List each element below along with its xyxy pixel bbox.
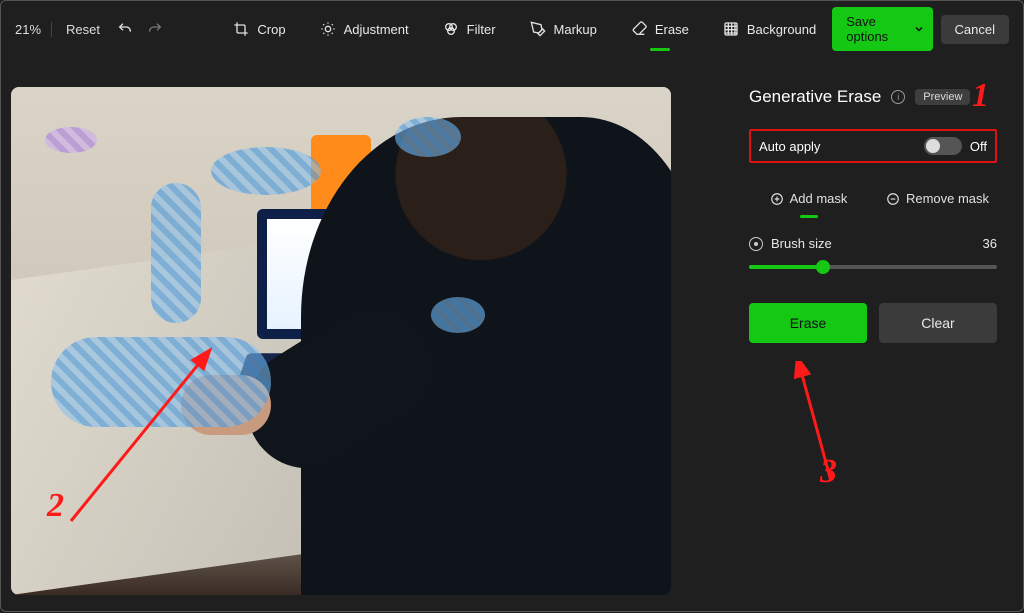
preview-badge: Preview bbox=[915, 89, 970, 105]
filter-icon bbox=[443, 21, 459, 37]
tool-erase[interactable]: Erase bbox=[631, 21, 689, 37]
mask-stroke bbox=[151, 183, 201, 323]
remove-mask-label: Remove mask bbox=[906, 191, 989, 206]
minus-circle-icon bbox=[886, 192, 900, 206]
cancel-button[interactable]: Cancel bbox=[941, 15, 1009, 44]
tool-filter[interactable]: Filter bbox=[443, 21, 496, 37]
crop-icon bbox=[233, 21, 249, 37]
redo-icon bbox=[147, 21, 163, 37]
mask-stroke bbox=[211, 147, 321, 195]
brush-size-label: Brush size bbox=[771, 236, 832, 251]
plus-circle-icon bbox=[770, 192, 784, 206]
tool-crop-label: Crop bbox=[257, 22, 285, 37]
redo-button[interactable] bbox=[144, 15, 166, 43]
auto-apply-state: Off bbox=[970, 139, 987, 154]
background-icon bbox=[723, 21, 739, 37]
tool-tabs: Crop Adjustment Filter Markup Erase Back… bbox=[233, 21, 816, 37]
mask-stroke bbox=[45, 127, 97, 153]
auto-apply-label: Auto apply bbox=[759, 139, 820, 154]
brush-size-slider[interactable] bbox=[749, 265, 997, 269]
markup-icon bbox=[530, 21, 546, 37]
auto-apply-toggle[interactable] bbox=[924, 137, 962, 155]
tool-background[interactable]: Background bbox=[723, 21, 816, 37]
save-options-button[interactable]: Save options bbox=[832, 7, 932, 51]
tool-background-label: Background bbox=[747, 22, 816, 37]
tool-markup-label: Markup bbox=[554, 22, 597, 37]
add-mask-tab[interactable]: Add mask bbox=[749, 181, 868, 216]
erase-panel: Generative Erase i Preview Auto apply Of… bbox=[723, 57, 1023, 613]
add-mask-label: Add mask bbox=[790, 191, 848, 206]
tool-erase-label: Erase bbox=[655, 22, 689, 37]
erase-button[interactable]: Erase bbox=[749, 303, 867, 343]
clear-button[interactable]: Clear bbox=[879, 303, 997, 343]
undo-button[interactable] bbox=[114, 15, 136, 43]
tool-adjustment[interactable]: Adjustment bbox=[320, 21, 409, 37]
tool-crop[interactable]: Crop bbox=[233, 21, 285, 37]
tool-filter-label: Filter bbox=[467, 22, 496, 37]
editor-toolbar: 21% Reset Crop Adjustment Filter Markup … bbox=[1, 1, 1023, 57]
auto-apply-row: Auto apply Off bbox=[749, 129, 997, 163]
info-icon[interactable]: i bbox=[891, 90, 905, 104]
reset-button[interactable]: Reset bbox=[60, 22, 106, 37]
panel-title: Generative Erase bbox=[749, 87, 881, 107]
erase-icon bbox=[631, 21, 647, 37]
save-options-label: Save options bbox=[846, 14, 904, 44]
mask-stroke bbox=[51, 337, 271, 427]
remove-mask-tab[interactable]: Remove mask bbox=[878, 181, 997, 216]
tool-markup[interactable]: Markup bbox=[530, 21, 597, 37]
undo-icon bbox=[117, 21, 133, 37]
chevron-down-icon bbox=[913, 23, 925, 35]
tool-adjustment-label: Adjustment bbox=[344, 22, 409, 37]
adjustment-icon bbox=[320, 21, 336, 37]
brush-size-icon bbox=[749, 237, 763, 251]
image-canvas[interactable] bbox=[11, 87, 671, 595]
canvas-area bbox=[1, 57, 723, 613]
brush-size-value: 36 bbox=[983, 236, 997, 251]
mask-stroke bbox=[431, 297, 485, 333]
zoom-level[interactable]: 21% bbox=[15, 22, 52, 37]
mask-stroke bbox=[395, 117, 461, 157]
